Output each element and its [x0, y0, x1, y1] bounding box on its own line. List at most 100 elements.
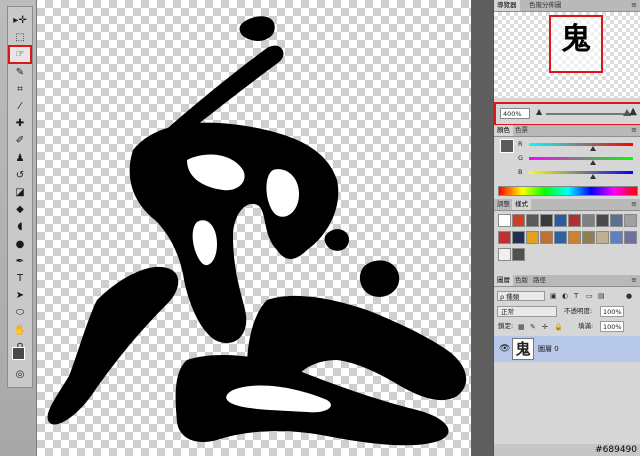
type-tool[interactable]: T	[10, 271, 30, 286]
filter-smart-icon[interactable]: ▤	[598, 291, 605, 301]
tool-strip: ▸✛⬚☞✎⌗⁄✚✐♟↺◪◆◖●✒T➤⬭✋⚲◎	[7, 6, 33, 388]
filter-type-icon[interactable]: T	[574, 291, 578, 301]
clone-stamp-tool[interactable]: ♟	[10, 151, 30, 166]
brush-tool[interactable]: ✐	[10, 133, 30, 148]
fill-input[interactable]: 100%	[600, 321, 624, 332]
style-swatch[interactable]	[568, 214, 581, 227]
zoom-slider[interactable]	[546, 109, 632, 116]
style-swatch[interactable]	[498, 248, 511, 261]
tab-channels[interactable]: 色版	[512, 275, 531, 286]
tab-adjustments[interactable]: 調整	[494, 199, 513, 210]
navigator-view-box[interactable]: 鬼	[549, 15, 603, 73]
marquee-tool[interactable]: ⬚	[10, 30, 30, 45]
layers-footer: #689490	[494, 444, 640, 456]
tab-navigator[interactable]: 導覽器	[494, 0, 520, 11]
slider-b[interactable]: B	[518, 168, 638, 179]
tab-swatches[interactable]: 色票	[512, 125, 531, 136]
tab-color[interactable]: 顏色	[494, 125, 513, 136]
tab-histogram[interactable]: 色階分佈圖	[526, 0, 565, 11]
slider-track[interactable]	[529, 143, 633, 146]
layer-name[interactable]: 圖層 0	[538, 344, 559, 354]
move-tool[interactable]: ▸✛	[10, 13, 30, 28]
panel-menu-icon[interactable]: ≡	[631, 199, 637, 210]
crop-tool[interactable]: ⌗	[10, 82, 30, 97]
style-swatch[interactable]	[568, 231, 581, 244]
zoom-out-icon[interactable]: ▲	[536, 107, 542, 116]
navigator-preview[interactable]: 鬼	[494, 12, 640, 98]
lock-pixels-icon[interactable]: ✎	[530, 322, 536, 332]
filter-shape-icon[interactable]: ▭	[586, 291, 593, 301]
brush-tool-1[interactable]: ✎	[10, 65, 30, 80]
filter-pixel-icon[interactable]: ▣	[550, 291, 557, 301]
slider-knob[interactable]	[590, 160, 597, 165]
lock-all-icon[interactable]: 🔒	[554, 322, 563, 332]
style-swatch[interactable]	[610, 214, 623, 227]
stroke-dot	[239, 16, 275, 41]
panel-menu-icon[interactable]: ≡	[631, 125, 637, 136]
slider-track[interactable]	[529, 157, 633, 160]
layer-row[interactable]: 👁 鬼 圖層 0	[494, 336, 640, 362]
quick-selection-tool[interactable]: ☞	[8, 45, 32, 65]
style-swatch[interactable]	[596, 214, 609, 227]
style-swatch[interactable]	[540, 214, 553, 227]
slider-track[interactable]	[529, 171, 633, 174]
navigator-thumbnail: 鬼	[561, 22, 591, 57]
style-swatch[interactable]	[540, 231, 553, 244]
foreground-color-chip[interactable]	[500, 139, 514, 153]
stroke-right-dot	[324, 229, 349, 251]
tab-styles[interactable]: 樣式	[512, 199, 531, 210]
path-selection-tool[interactable]: ➤	[10, 288, 30, 303]
tab-layers[interactable]: 圖層	[494, 275, 513, 286]
style-swatch[interactable]	[596, 231, 609, 244]
style-swatch[interactable]	[582, 231, 595, 244]
layer-kind-filter[interactable]: ρ 種類	[497, 291, 545, 301]
style-swatch[interactable]	[512, 248, 525, 261]
filter-toggle-icon[interactable]: ●	[626, 291, 632, 301]
style-swatch[interactable]	[554, 231, 567, 244]
style-swatch[interactable]	[512, 231, 525, 244]
eye-icon[interactable]: 👁	[499, 344, 510, 354]
zoom-input[interactable]: 400%	[500, 108, 530, 119]
quick-mask-icon[interactable]: ◎	[10, 367, 30, 382]
style-swatch[interactable]	[624, 231, 637, 244]
tab-paths[interactable]: 路徑	[530, 275, 549, 286]
eyedropper-tool[interactable]: ⁄	[10, 99, 30, 114]
pen-tool[interactable]: ✒	[10, 254, 30, 269]
lock-position-icon[interactable]: ✛	[542, 322, 548, 332]
fill-label: 填滿:	[578, 322, 594, 330]
slider-knob[interactable]	[590, 146, 597, 151]
style-swatch[interactable]	[554, 214, 567, 227]
style-swatch[interactable]	[526, 214, 539, 227]
style-swatch[interactable]	[582, 214, 595, 227]
blend-mode-select[interactable]: 正常	[497, 306, 557, 317]
slider-r[interactable]: R	[518, 140, 638, 151]
dodge-tool[interactable]: ●	[10, 237, 30, 252]
styles-tabbar: 調整 樣式 ≡	[494, 199, 640, 211]
canvas-vertical-scrollbar[interactable]	[471, 0, 493, 456]
document-canvas[interactable]	[37, 0, 493, 456]
style-swatch[interactable]	[526, 231, 539, 244]
history-brush-tool[interactable]: ↺	[10, 168, 30, 183]
panel-menu-icon[interactable]: ≡	[631, 275, 637, 286]
paint-bucket-tool[interactable]: ◆	[10, 202, 30, 217]
foreground-color-swatch[interactable]	[12, 347, 25, 360]
eraser-tool[interactable]: ◪	[10, 185, 30, 200]
zoom-controls: 400% ▲ ▲	[494, 102, 640, 126]
healing-tool[interactable]: ✚	[10, 116, 30, 131]
filter-adjust-icon[interactable]: ◐	[562, 291, 568, 301]
style-swatch[interactable]	[624, 214, 637, 227]
zoom-in-icon[interactable]: ▲	[629, 106, 637, 117]
slider-knob[interactable]	[590, 174, 597, 179]
shape-tool[interactable]: ⬭	[10, 305, 30, 320]
style-swatch[interactable]	[498, 231, 511, 244]
style-swatch[interactable]	[610, 231, 623, 244]
slider-g[interactable]: G	[518, 154, 638, 165]
style-swatch[interactable]	[512, 214, 525, 227]
panel-menu-icon[interactable]: ≡	[631, 0, 637, 11]
hand-tool[interactable]: ✋	[10, 323, 30, 338]
opacity-input[interactable]: 100%	[600, 306, 624, 317]
lock-transparency-icon[interactable]: ▦	[518, 322, 525, 332]
blur-tool[interactable]: ◖	[10, 219, 30, 234]
style-swatch[interactable]	[498, 214, 511, 227]
color-spectrum-bar[interactable]	[498, 186, 638, 196]
